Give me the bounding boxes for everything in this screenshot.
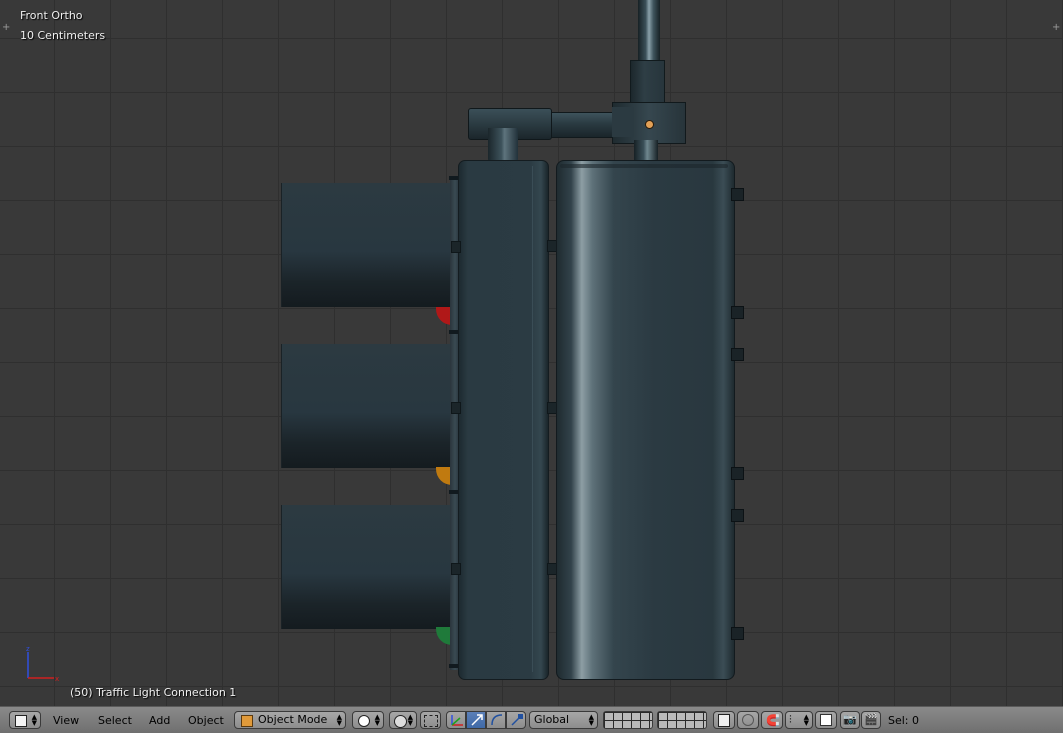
cube-icon: [15, 715, 27, 727]
region-expand-left-icon[interactable]: +: [2, 23, 10, 33]
scale-manipulator-button[interactable]: [506, 711, 526, 729]
layer-lock-button[interactable]: [713, 711, 735, 729]
viewport-header: ▲ ▼ View Select Add Object Object Mode ▲ ▼…: [0, 706, 1063, 733]
snap-element-selector[interactable]: ⫶ ▲ ▼: [785, 711, 813, 729]
lens-hood-middle[interactable]: [281, 344, 452, 468]
pivot-center-toggle[interactable]: [420, 711, 441, 729]
layers-grid-icon: [604, 712, 652, 728]
editor-type-button[interactable]: ▲ ▼: [9, 711, 41, 729]
backplate-edge: [532, 166, 533, 672]
connector-bar-mesh[interactable]: [548, 112, 616, 138]
bracket-left: [451, 241, 461, 253]
bracket-left: [451, 563, 461, 575]
render-animation-button[interactable]: 🎬: [861, 711, 881, 729]
menu-add[interactable]: Add: [149, 714, 170, 727]
updown-arrows-icon: ▲ ▼: [407, 713, 413, 727]
tee-fitting-face: [612, 107, 634, 137]
clapper-icon: 🎬: [864, 713, 878, 726]
scene-layers-group-1[interactable]: [603, 711, 653, 729]
menu-object[interactable]: Object: [188, 714, 224, 727]
grid-scale-label: 10 Centimeters: [20, 29, 106, 42]
transform-axes-icon: [451, 715, 463, 726]
magnet-icon: 🧲: [766, 714, 780, 727]
lens-hood-bottom[interactable]: [281, 505, 452, 629]
scene-layers-group-2[interactable]: [657, 711, 707, 729]
updown-arrows-icon: ▲ ▼: [803, 713, 809, 727]
rotate-manipulator-button[interactable]: [486, 711, 506, 729]
proportional-editing-button[interactable]: [737, 711, 759, 729]
object-info-label: (50) Traffic Light Connection 1: [70, 686, 237, 699]
x-axis-label: x: [55, 675, 59, 683]
render-opengl-button[interactable]: 📷: [840, 711, 860, 729]
selection-status: Sel: 0: [888, 714, 920, 727]
orientation-label: Global: [534, 713, 570, 726]
housing-nub: [731, 467, 744, 480]
elbow-down-mesh[interactable]: [488, 128, 518, 162]
arrow-icon: [471, 714, 483, 726]
bracket-left: [451, 402, 461, 414]
camera-icon: 📷: [843, 713, 857, 726]
housing-stub-mesh[interactable]: [634, 140, 658, 162]
scale-icon: [511, 714, 523, 726]
transform-orientation-selector[interactable]: Global ▲ ▼: [529, 711, 598, 729]
housing-nub: [731, 509, 744, 522]
solid-shading-icon: [358, 715, 370, 727]
snap-toggle-button[interactable]: 🧲: [761, 711, 783, 729]
z-axis-label: z: [26, 645, 30, 653]
dotted-box-icon: [424, 715, 438, 727]
updown-arrows-icon: ▲ ▼: [31, 713, 37, 727]
snap-target-button[interactable]: [815, 711, 837, 729]
manipulator-toggle[interactable]: [446, 711, 466, 729]
snap-increment-icon: ⫶: [789, 713, 792, 726]
updown-arrows-icon: ▲ ▼: [336, 713, 342, 727]
snap-target-icon: [820, 714, 832, 726]
pole-mesh[interactable]: [638, 0, 660, 64]
3d-viewport[interactable]: + + Front Ortho 10 Centimeters z x (50) …: [0, 0, 1063, 706]
mode-label: Object Mode: [258, 713, 328, 726]
pivot-icon: [394, 715, 407, 728]
translate-manipulator-button[interactable]: [466, 711, 486, 729]
object-origin-dot: [645, 120, 654, 129]
menu-view[interactable]: View: [53, 714, 79, 727]
menu-select[interactable]: Select: [98, 714, 132, 727]
layers-grid-icon: [658, 712, 706, 728]
housing-nub: [731, 188, 744, 201]
mode-selector[interactable]: Object Mode ▲ ▼: [234, 711, 346, 729]
rotate-arc-icon: [491, 714, 503, 726]
proportional-circle-icon: [742, 714, 754, 726]
signal-housing-mesh[interactable]: [556, 160, 735, 680]
region-expand-right-icon[interactable]: +: [1052, 23, 1060, 33]
signal-backplate-mesh[interactable]: [458, 160, 549, 680]
axis-gizmo: z x: [26, 645, 59, 683]
housing-top-edge: [560, 164, 728, 168]
housing-nub: [731, 627, 744, 640]
housing-nub: [731, 306, 744, 319]
updown-arrows-icon: ▲ ▼: [588, 713, 594, 727]
layer-icon: [718, 714, 730, 727]
view-name-label: Front Ortho: [20, 9, 83, 22]
pole-collar-mesh[interactable]: [630, 60, 665, 106]
housing-nub: [731, 348, 744, 361]
lens-hood-top[interactable]: [281, 183, 452, 307]
pivot-point-selector[interactable]: ▲ ▼: [389, 711, 417, 729]
object-mode-icon: [241, 715, 253, 727]
updown-arrows-icon: ▲ ▼: [374, 713, 380, 727]
viewport-shading-selector[interactable]: ▲ ▼: [352, 711, 384, 729]
